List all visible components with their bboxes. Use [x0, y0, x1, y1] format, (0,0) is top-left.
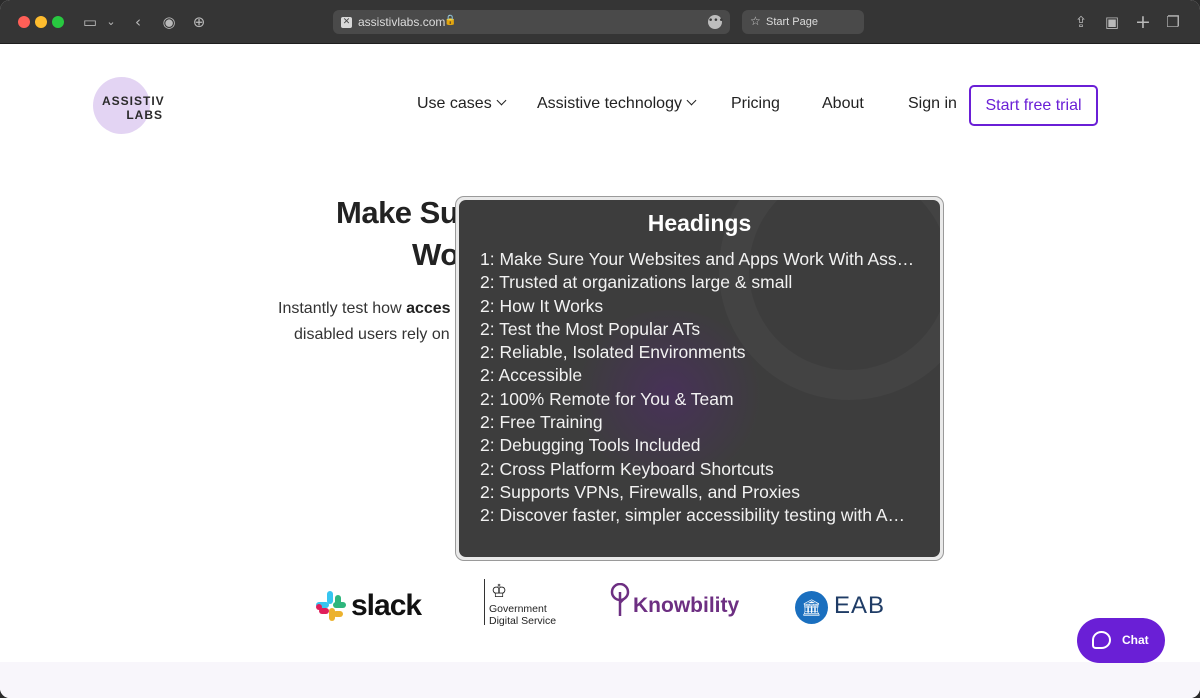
chat-button[interactable]: Chat — [1077, 618, 1165, 663]
lock-icon: 🔒 — [444, 15, 457, 26]
back-icon[interactable]: ‹ — [130, 11, 146, 33]
heading-item[interactable]: 1: Make Sure Your Websites and Apps Work… — [480, 248, 920, 271]
nav-about[interactable]: About — [822, 95, 864, 113]
headings-list: 1: Make Sure Your Websites and Apps Work… — [480, 248, 920, 528]
headings-overlay-title: Headings — [647, 210, 752, 236]
hero-title-line-1: Make Su — [336, 195, 459, 230]
address-bar[interactable]: ✕ assistivlabs.com 🔒 ••• — [333, 10, 730, 34]
star-icon: ☆ — [750, 14, 761, 28]
gds-logo-text: Government Digital Service — [489, 603, 556, 627]
nav-sign-in[interactable]: Sign in — [908, 95, 957, 113]
customer-logos: slack ♔ Government Digital Service Knowb… — [0, 579, 1200, 639]
more-options-icon[interactable]: ••• — [708, 15, 724, 29]
eab-building-icon: 🏛 — [795, 591, 828, 624]
knowbility-tree-icon — [610, 583, 630, 616]
heading-item[interactable]: 2: Supports VPNs, Firewalls, and Proxies — [480, 481, 920, 504]
add-extension-icon[interactable]: ⊕ — [190, 11, 208, 33]
close-window-button[interactable] — [18, 16, 30, 28]
chat-bubble-icon — [1092, 631, 1111, 649]
hero-title-line-2: Wo — [412, 237, 459, 272]
eab-logo-text: EAB — [834, 592, 886, 619]
minimize-window-button[interactable] — [35, 16, 47, 28]
tab-overview-icon[interactable]: ❐ — [1164, 11, 1182, 33]
browser-window: ▭ ⌄ ‹ ◉ ⊕ ✕ assistivlabs.com 🔒 ••• ☆ Sta… — [0, 0, 1200, 698]
nav-assistive-technology-label: Assistive technology — [537, 95, 682, 112]
hero-text-line-2: disabled users rely on — [294, 326, 450, 343]
hero-text-line-1: Instantly test how acces — [278, 300, 451, 318]
address-url: assistivlabs.com — [358, 15, 446, 29]
chevron-down-icon[interactable]: ⌄ — [104, 11, 118, 33]
nav-use-cases-label: Use cases — [417, 95, 492, 112]
gds-line-2: Digital Service — [489, 615, 557, 627]
logo-line-1: ASSISTIV — [102, 94, 165, 108]
crown-crest-icon: ♔ — [491, 581, 508, 602]
tab-label: Start Page — [766, 16, 818, 28]
knowbility-logo-text: Knowbility — [633, 594, 740, 617]
heading-item[interactable]: 2: How It Works — [480, 295, 920, 318]
site-logo[interactable]: ASSISTIV LABS — [102, 94, 164, 122]
headings-overlay: Headings 1: Make Sure Your Websites and … — [459, 200, 940, 557]
heading-item[interactable]: 2: Free Training — [480, 411, 920, 434]
nav-pricing[interactable]: Pricing — [731, 95, 780, 113]
password-manager-icon[interactable]: ◉ — [160, 11, 178, 33]
start-free-trial-button[interactable]: Start free trial — [969, 85, 1098, 126]
site-favicon-icon: ✕ — [341, 17, 352, 28]
heading-item[interactable]: 2: Reliable, Isolated Environments — [480, 341, 920, 364]
chevron-down-icon — [686, 95, 697, 106]
hero-text-bold: acces — [406, 300, 451, 317]
heading-item[interactable]: 2: Test the Most Popular ATs — [480, 318, 920, 341]
slack-logo-text: slack — [351, 589, 422, 622]
browser-toolbar: ▭ ⌄ ‹ ◉ ⊕ ✕ assistivlabs.com 🔒 ••• ☆ Sta… — [0, 0, 1200, 44]
heading-item[interactable]: 2: Trusted at organizations large & smal… — [480, 271, 920, 294]
reader-icon[interactable]: ▣ — [1103, 11, 1121, 33]
new-tab-icon[interactable]: + — [1134, 11, 1152, 33]
chevron-down-icon — [496, 95, 507, 106]
slack-logo-icon — [316, 591, 346, 621]
share-icon[interactable]: ⇪ — [1072, 11, 1090, 33]
gds-line-1: Government — [489, 603, 547, 615]
sidebar-toggle-icon[interactable]: ▭ — [80, 11, 100, 33]
next-section-band — [0, 662, 1200, 698]
zoom-window-button[interactable] — [52, 16, 64, 28]
hero-text-start: Instantly test how — [278, 300, 407, 317]
heading-item[interactable]: 2: Debugging Tools Included — [480, 434, 920, 457]
nav-use-cases[interactable]: Use cases — [417, 95, 507, 113]
heading-item[interactable]: 2: Cross Platform Keyboard Shortcuts — [480, 458, 920, 481]
nav-assistive-technology[interactable]: Assistive technology — [537, 95, 697, 113]
chat-label: Chat — [1122, 633, 1149, 647]
heading-item[interactable]: 2: 100% Remote for You & Team — [480, 388, 920, 411]
tab-start-page[interactable]: ☆ Start Page — [742, 10, 864, 34]
heading-item[interactable]: 2: Discover faster, simpler accessibilit… — [480, 504, 920, 527]
logo-line-2: LABS — [126, 108, 163, 122]
heading-item[interactable]: 2: Accessible — [480, 364, 920, 387]
gds-divider — [484, 579, 485, 625]
